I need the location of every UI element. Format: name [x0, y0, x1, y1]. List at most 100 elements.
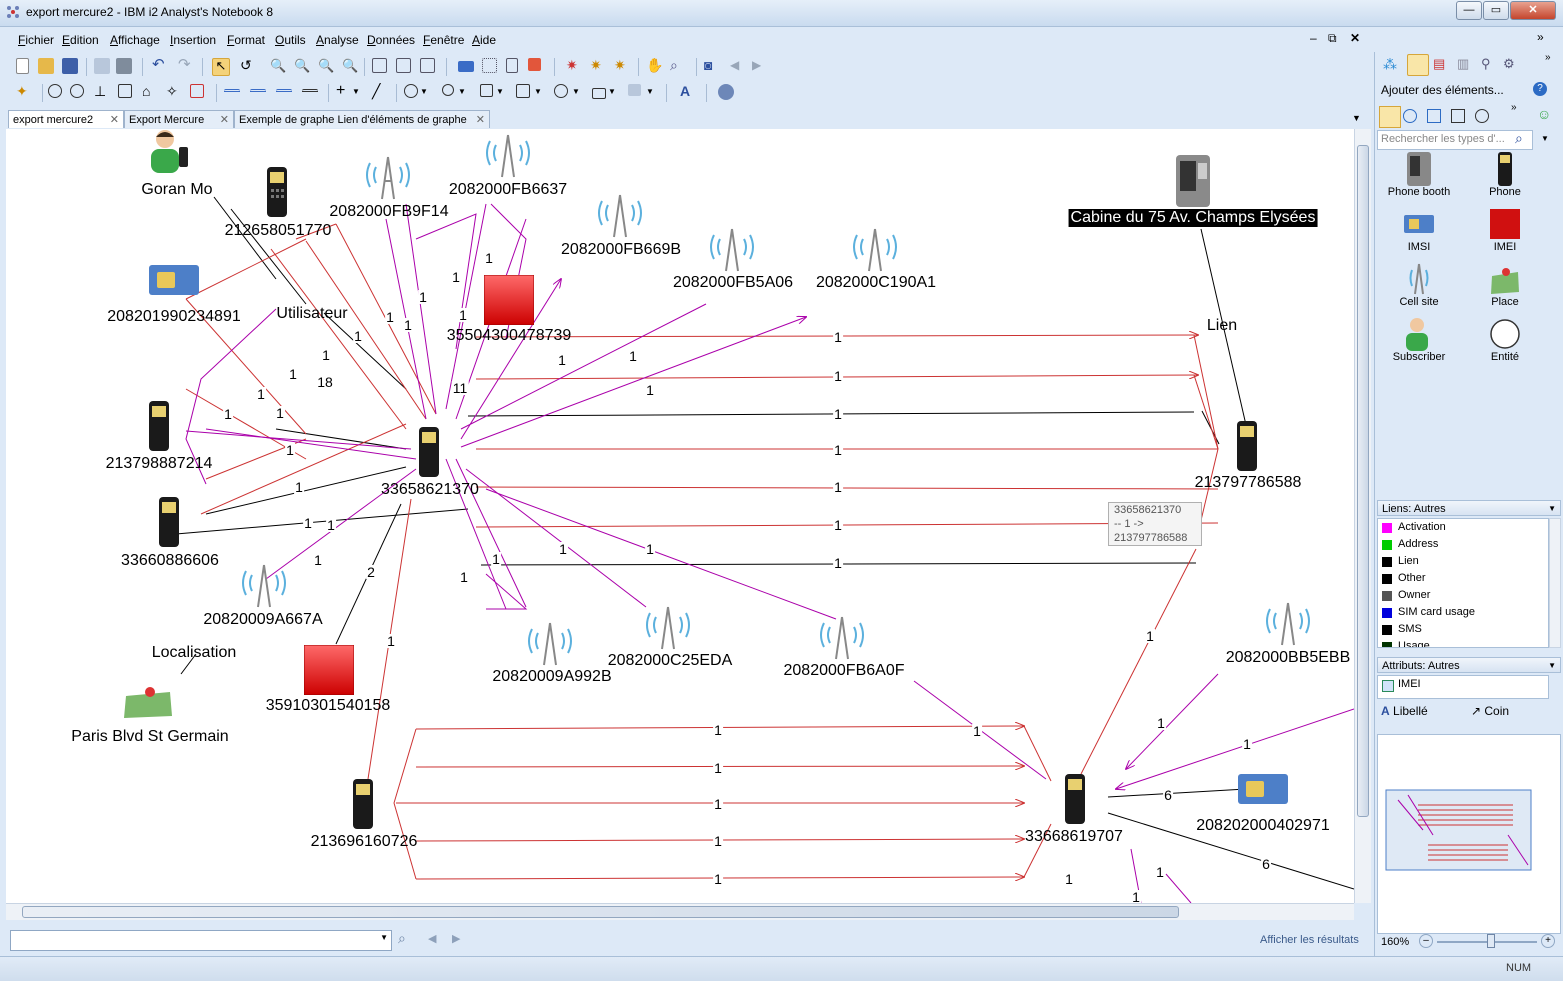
- view-icon[interactable]: [458, 61, 474, 72]
- theme-dropdown-icon[interactable]: ▼: [458, 84, 474, 100]
- corner-button[interactable]: ↗ Coin: [1471, 704, 1509, 718]
- imei-icon[interactable]: [304, 645, 354, 695]
- link-label[interactable]: Lien: [1207, 317, 1237, 335]
- link-count[interactable]: 11: [451, 381, 469, 395]
- list-icon[interactable]: [302, 89, 318, 100]
- link-count[interactable]: 1: [1156, 716, 1166, 730]
- print-icon[interactable]: [116, 58, 132, 74]
- phone-icon[interactable]: [156, 497, 182, 547]
- link-count[interactable]: 1: [386, 634, 396, 648]
- zoom-out-button[interactable]: –: [1419, 934, 1433, 948]
- link-count[interactable]: 1: [1064, 872, 1074, 886]
- link-count[interactable]: 1: [833, 330, 843, 344]
- ellipse-dropdown-icon[interactable]: ▼: [420, 84, 436, 100]
- link-count[interactable]: 1: [833, 443, 843, 457]
- show-results-link[interactable]: Afficher les résultats: [1260, 934, 1359, 946]
- entity-label[interactable]: 35910301540158: [266, 697, 391, 715]
- entity-label[interactable]: Goran Mo: [141, 181, 212, 199]
- entity-label[interactable]: 33658621370: [381, 481, 479, 499]
- cell-site-icon[interactable]: [482, 129, 534, 179]
- theme-line-icon[interactable]: [1403, 109, 1417, 123]
- insert-icon[interactable]: ▤: [1433, 56, 1445, 72]
- link-count[interactable]: 1: [713, 723, 723, 737]
- link-count[interactable]: 1: [972, 724, 982, 738]
- link-type-item[interactable]: Owner: [1378, 587, 1548, 604]
- search-types-icon[interactable]: ⌕: [1515, 130, 1523, 147]
- menu-aide[interactable]: Aide: [472, 33, 496, 47]
- event-frame-icon[interactable]: [1427, 109, 1441, 123]
- entity-label[interactable]: 2082000C25EDA: [608, 652, 733, 670]
- phone-icon[interactable]: [146, 401, 172, 451]
- vertical-scrollbar[interactable]: [1354, 129, 1371, 903]
- matrix-icon[interactable]: [190, 84, 204, 98]
- picture-dropdown-icon[interactable]: ▼: [646, 84, 662, 100]
- close-button[interactable]: ✕: [1510, 1, 1556, 20]
- box-entity-icon[interactable]: [1451, 109, 1465, 123]
- back-icon[interactable]: ◀: [730, 58, 746, 74]
- link-count[interactable]: 1: [313, 553, 323, 567]
- cell-site-icon[interactable]: [524, 617, 576, 667]
- imei-icon[interactable]: [484, 275, 534, 325]
- link-count[interactable]: 1: [833, 407, 843, 421]
- entity-label[interactable]: 212658051770: [225, 222, 332, 240]
- link-count[interactable]: 2: [366, 565, 376, 579]
- cell-site-icon[interactable]: [706, 223, 758, 273]
- entity-label[interactable]: 2082000FB669B: [561, 241, 681, 259]
- palette-place[interactable]: Place: [1465, 262, 1545, 308]
- entity-label[interactable]: 2082000C190A1: [816, 274, 936, 292]
- close-tab-icon[interactable]: ✕: [220, 111, 229, 129]
- camera-icon[interactable]: ◙: [704, 58, 720, 74]
- compact-layout-icon[interactable]: [70, 84, 84, 98]
- scroll-thumb[interactable]: [1357, 145, 1369, 817]
- link-type-item[interactable]: Usage: [1378, 638, 1548, 647]
- link-type-item[interactable]: SMS: [1378, 621, 1548, 638]
- link-type-item[interactable]: SIM card usage: [1378, 604, 1548, 621]
- link-count[interactable]: 1: [223, 407, 233, 421]
- link-count[interactable]: 1: [558, 542, 568, 556]
- link-count[interactable]: 1: [713, 761, 723, 775]
- imsi-sim-icon[interactable]: [1238, 774, 1288, 804]
- cell-site-icon[interactable]: [362, 151, 414, 201]
- link-count[interactable]: 1: [491, 552, 501, 566]
- add-entity-icon[interactable]: [1407, 54, 1429, 76]
- analysis-1-icon[interactable]: ✷: [566, 58, 582, 74]
- link-count[interactable]: 1: [459, 570, 469, 584]
- link-type-item[interactable]: Address: [1378, 536, 1548, 553]
- link-count[interactable]: 1: [713, 834, 723, 848]
- open-icon[interactable]: [38, 58, 54, 74]
- redo-icon[interactable]: ↷: [178, 57, 194, 74]
- circle-layout-icon[interactable]: [48, 84, 62, 98]
- icon-entity-icon[interactable]: [1379, 106, 1401, 128]
- add-dropdown-icon[interactable]: ▼: [352, 84, 368, 100]
- chart-settings-icon[interactable]: ⚙: [1503, 56, 1515, 72]
- search-dropdown-icon[interactable]: ▼: [380, 933, 388, 942]
- palette-imei[interactable]: IMEI: [1465, 207, 1545, 253]
- entity-label[interactable]: 213798887214: [106, 455, 213, 473]
- mdi-restore-icon[interactable]: ⧉: [1328, 31, 1337, 46]
- link-count[interactable]: 1: [833, 556, 843, 570]
- cell-site-icon[interactable]: [238, 559, 290, 609]
- links-scrollbar[interactable]: [1549, 518, 1561, 648]
- circle-shape-icon[interactable]: [554, 84, 568, 98]
- menu-fichier[interactable]: Fichier: [18, 33, 54, 47]
- link-type-item[interactable]: Activation: [1378, 519, 1548, 536]
- label-icon[interactable]: [592, 88, 606, 99]
- tab-exemple-graphe[interactable]: Exemple de graphe Lien d'éléments de gra…: [234, 110, 490, 128]
- peacock-icon[interactable]: [118, 84, 132, 98]
- subscriber-icon[interactable]: [149, 129, 189, 175]
- entity-label[interactable]: Utilisateur: [276, 305, 347, 323]
- highlight-icon[interactable]: [528, 58, 541, 71]
- link-count[interactable]: 1: [645, 542, 655, 556]
- hand-icon[interactable]: ✋: [646, 58, 663, 74]
- search-input[interactable]: ▼: [10, 930, 392, 951]
- grid-icon[interactable]: [482, 58, 497, 73]
- zoom-in-button[interactable]: +: [1541, 934, 1555, 948]
- entity-label[interactable]: Paris Blvd St Germain: [71, 728, 228, 746]
- link-count[interactable]: 1: [321, 348, 331, 362]
- globe-icon[interactable]: [718, 84, 734, 100]
- layout-2-icon[interactable]: [396, 58, 411, 73]
- phone-booth-icon[interactable]: [1174, 155, 1212, 207]
- collapse-panel-icon[interactable]: »: [1537, 30, 1544, 44]
- person-add-icon[interactable]: ☺: [1537, 106, 1551, 122]
- links-panel-header[interactable]: Liens: Autres ▼: [1377, 500, 1561, 516]
